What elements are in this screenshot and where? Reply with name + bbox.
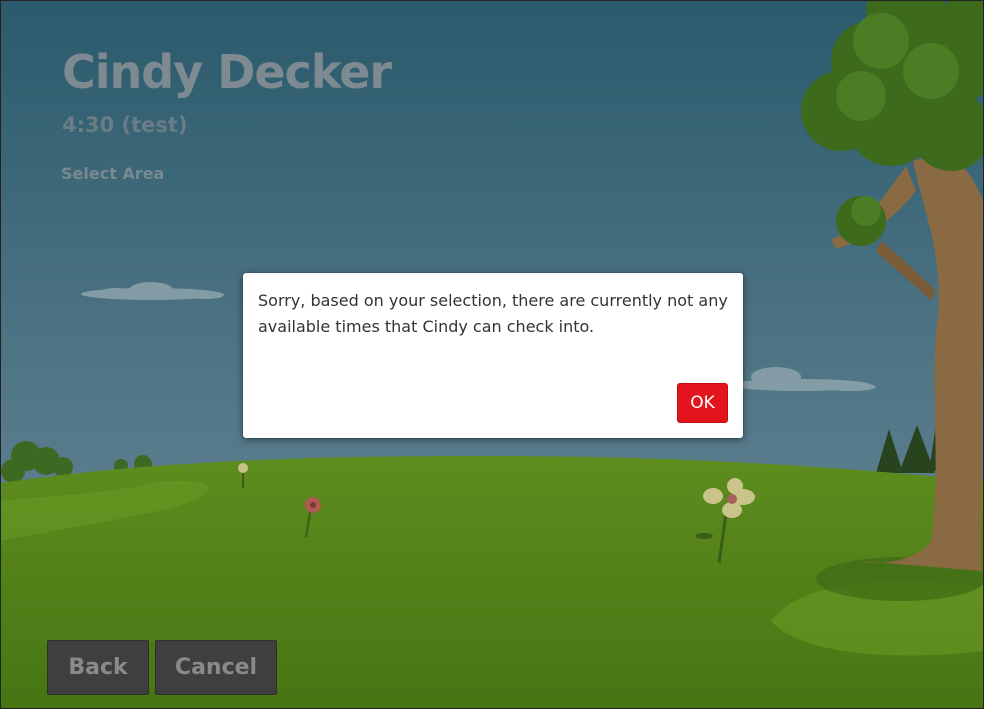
alert-message: Sorry, based on your selection, there ar… <box>258 291 728 336</box>
ok-button[interactable]: OK <box>677 383 728 423</box>
kiosk-screen: Cindy Decker 4:30 (test) Select Area Bac… <box>0 0 984 709</box>
alert-dialog: Sorry, based on your selection, there ar… <box>243 273 743 438</box>
